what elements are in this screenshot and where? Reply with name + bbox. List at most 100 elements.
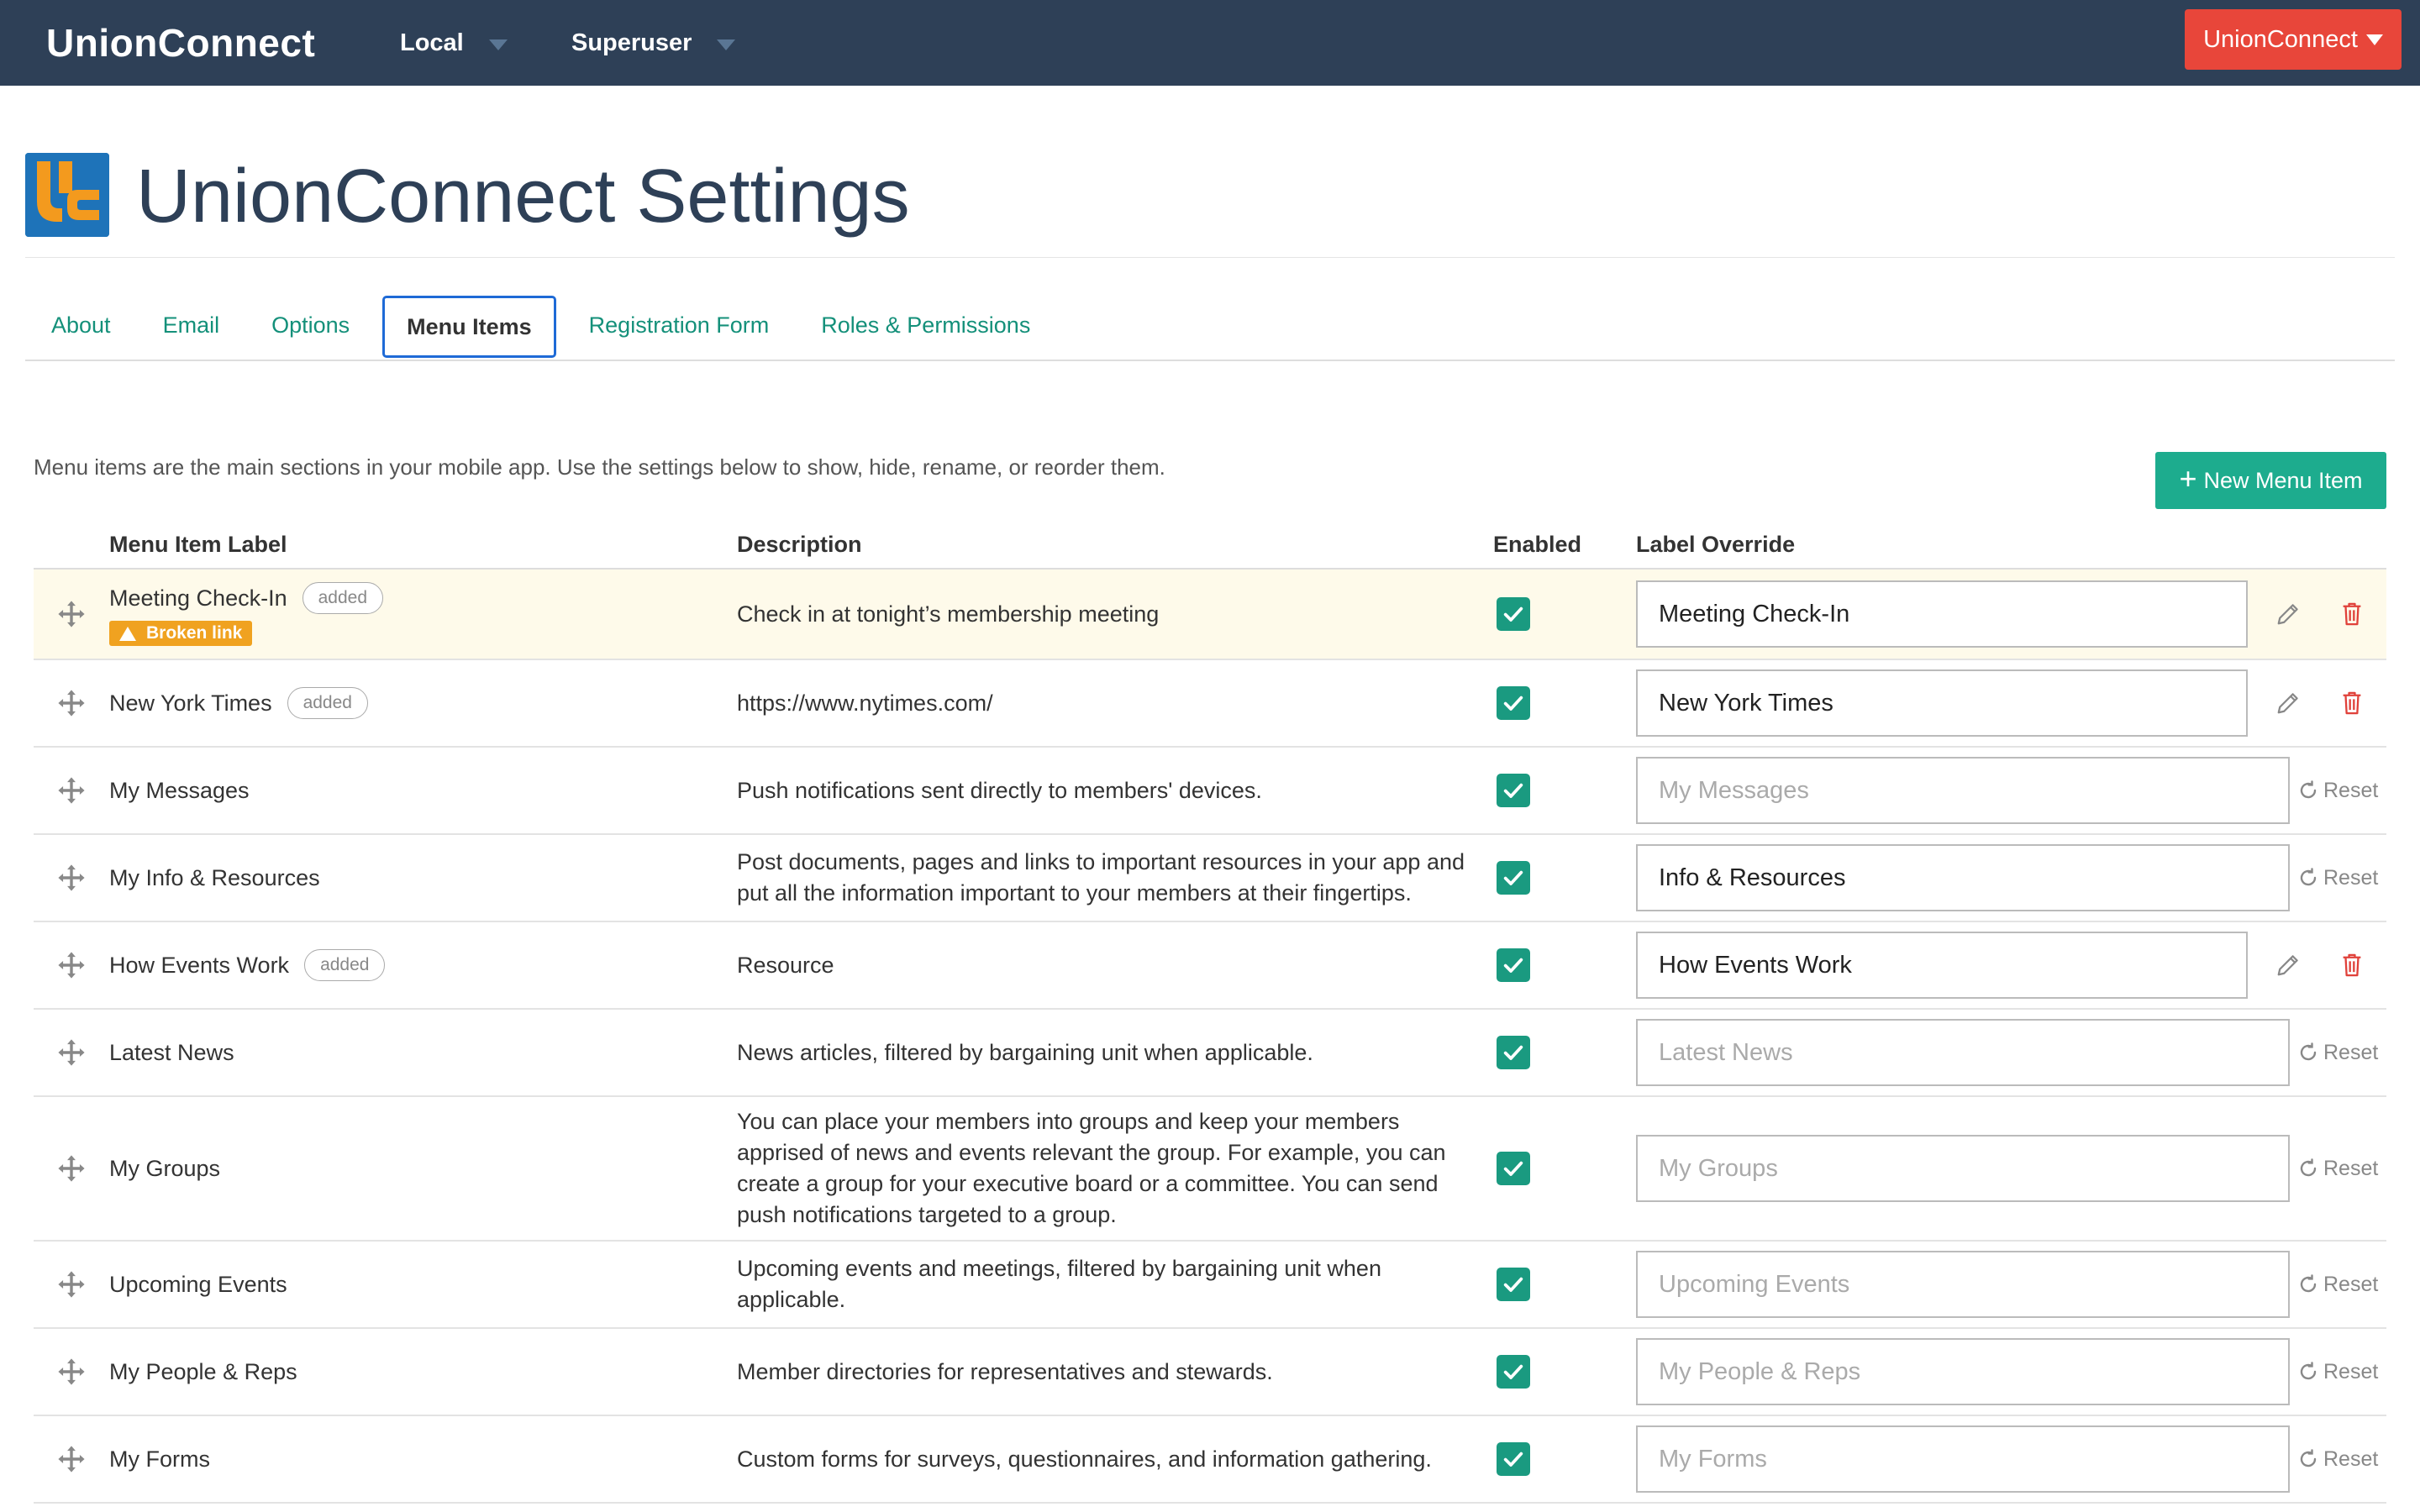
brand-logo-text[interactable]: UnionConnect [46,20,315,66]
settings-tabs: About Email Options Menu Items Registrat… [25,294,2395,361]
pencil-icon[interactable] [2273,688,2303,718]
label-override-input[interactable]: New York Times [1636,669,2248,737]
drag-handle-icon[interactable] [34,600,109,628]
intro-text: Menu items are the main sections in your… [34,454,1165,480]
enabled-checkbox[interactable] [1497,1036,1530,1069]
drag-handle-icon[interactable] [34,1154,109,1183]
drag-handle-icon[interactable] [34,1357,109,1386]
trash-icon[interactable] [2337,950,2367,980]
page-header: UnionConnect Settings [25,153,2395,258]
drag-handle-icon[interactable] [34,951,109,979]
reset-label: Reset [2323,778,2379,802]
label-override-input[interactable]: Upcoming Events [1636,1251,2290,1318]
refresh-icon [2298,1042,2323,1063]
description-cell: Custom forms for surveys, questionnaires… [737,1446,1432,1472]
tab-registration-form[interactable]: Registration Form [563,294,796,356]
top-navbar: UnionConnect Local Superuser UnionConnec… [0,0,2420,86]
label-cell: Latest News [109,1040,737,1066]
enabled-cell [1493,861,1636,895]
local-dropdown[interactable]: Local [400,0,508,86]
table-row: How Events Work added Resource How Events W… [34,922,2386,1010]
override-cell: My People & Reps Reset [1636,1338,2386,1405]
label-wrap: Upcoming Events [109,1272,737,1298]
label-override-input[interactable]: How Events Work [1636,932,2248,999]
label-line: Upcoming Events [109,1272,287,1298]
new-menu-item-button[interactable]: + New Menu Item [2155,452,2386,509]
enabled-checkbox[interactable] [1497,861,1530,895]
description-cell: Resource [737,952,834,978]
trash-icon[interactable] [2337,688,2367,718]
table-row: New York Times added https://www.nytimes.c… [34,660,2386,748]
tab-menu-items[interactable]: Menu Items [382,296,556,358]
menu-item-label: Meeting Check-In [109,585,287,611]
label-override-input[interactable]: My People & Reps [1636,1338,2290,1405]
enabled-checkbox[interactable] [1497,1355,1530,1389]
override-cell: Meeting Check-In [1636,580,2386,648]
reset-button[interactable]: Reset [2298,866,2378,890]
tab-about[interactable]: About [25,294,137,356]
reset-button[interactable]: Reset [2298,1273,2378,1297]
drag-handle-icon[interactable] [34,864,109,892]
label-override-input[interactable]: Meeting Check-In [1636,580,2248,648]
drag-handle-icon[interactable] [34,689,109,717]
reset-label: Reset [2323,865,2379,890]
label-line: My Forms [109,1446,210,1473]
refresh-icon [2298,1449,2323,1469]
table-row: Meeting Check-In added Broken link Check in… [34,570,2386,660]
drag-handle-icon[interactable] [34,1038,109,1067]
description-cell: Post documents, pages and links to impor… [737,849,1465,906]
reset-label: Reset [2323,1446,2379,1471]
label-override-input[interactable]: My Forms [1636,1425,2290,1493]
table-row: My Info & Resources Post documents, pages… [34,835,2386,922]
table-header: Menu Item Label Description Enabled Labe… [34,521,2386,570]
menu-item-label: How Events Work [109,952,290,978]
drag-handle-icon[interactable] [34,776,109,805]
enabled-checkbox[interactable] [1497,597,1530,631]
header-enabled: Enabled [1493,531,1582,557]
reset-button[interactable]: Reset [2298,1157,2378,1181]
trash-icon[interactable] [2337,599,2367,629]
enabled-checkbox[interactable] [1497,1442,1530,1476]
table-row: My Groups You can place your members into… [34,1097,2386,1242]
table-row: My Messages Push notifications sent direc… [34,748,2386,835]
pencil-icon[interactable] [2273,599,2303,629]
label-override-input[interactable]: Info & Resources [1636,844,2290,911]
tab-roles-permissions[interactable]: Roles & Permissions [795,294,1056,356]
user-dropdown[interactable]: Superuser [571,0,736,86]
reset-button[interactable]: Reset [2298,1360,2378,1384]
enabled-checkbox[interactable] [1497,1152,1530,1185]
description-cell: Push notifications sent directly to memb… [737,777,1262,803]
label-override-input[interactable]: My Groups [1636,1135,2290,1202]
enabled-checkbox[interactable] [1497,686,1530,720]
drag-handle-icon[interactable] [34,1445,109,1473]
broken-link-badge: Broken link [109,621,253,646]
reset-button[interactable]: Reset [2298,779,2378,803]
description-cell: Member directories for representatives a… [737,1358,1273,1384]
label-override-input[interactable]: Latest News [1636,1019,2290,1086]
enabled-checkbox[interactable] [1497,948,1530,982]
table-body: Meeting Check-In added Broken link Check in… [34,570,2386,1504]
label-override-input[interactable]: My Messages [1636,757,2290,824]
label-cell: My Info & Resources [109,865,737,891]
label-cell: My Groups [109,1156,737,1182]
reset-button[interactable]: Reset [2298,1041,2378,1065]
reset-button[interactable]: Reset [2298,1447,2378,1472]
drag-handle-icon[interactable] [34,1270,109,1299]
refresh-icon [2298,1274,2323,1294]
tab-options[interactable]: Options [245,294,376,356]
enabled-checkbox[interactable] [1497,1268,1530,1301]
menu-item-label: My Info & Resources [109,864,320,890]
pencil-icon[interactable] [2273,950,2303,980]
tab-email[interactable]: Email [137,294,246,356]
table-row: My Forms Custom forms for surveys, questi… [34,1416,2386,1504]
label-line: Latest News [109,1040,234,1066]
menu-item-label: My Groups [109,1155,221,1181]
account-dropdown-button[interactable]: UnionConnect [2185,9,2402,70]
label-line: My Messages [109,778,250,804]
enabled-cell [1493,1036,1636,1069]
enabled-checkbox[interactable] [1497,774,1530,807]
header-override: Label Override [1636,531,1796,557]
enabled-cell [1493,686,1636,720]
added-badge: added [302,582,384,614]
menu-item-label: Upcoming Events [109,1271,287,1297]
